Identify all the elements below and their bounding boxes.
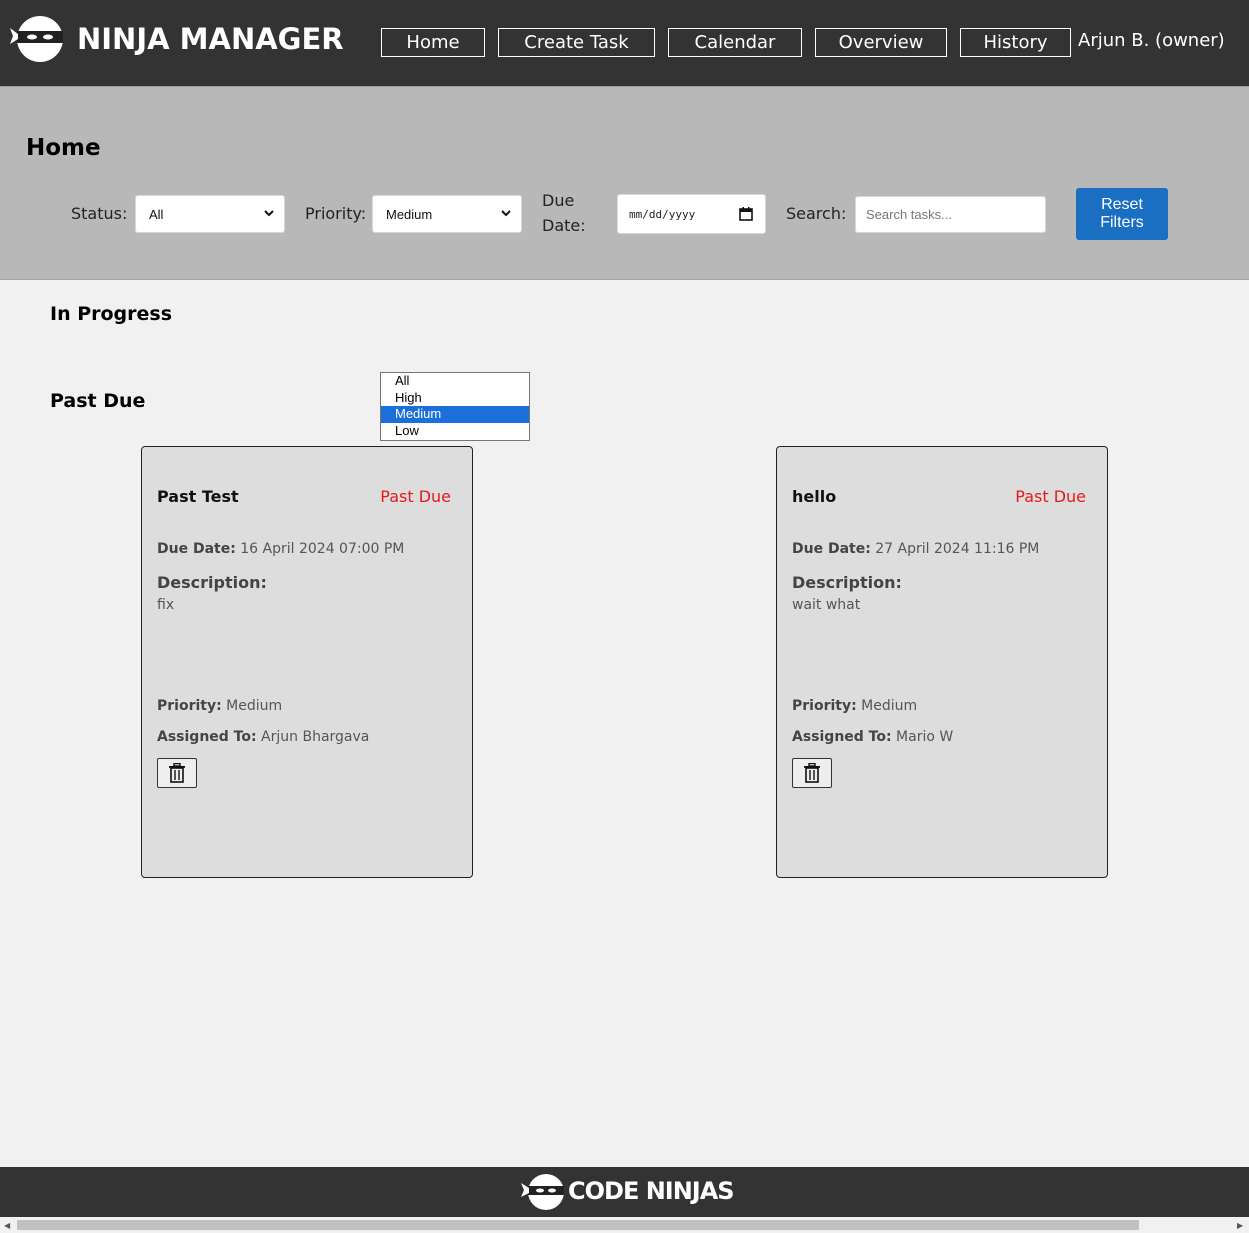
due-date-label-line2: Date: [542, 216, 586, 235]
scrollbar-thumb[interactable] [17, 1220, 1139, 1230]
scroll-left-icon[interactable]: ◀ [4, 1221, 10, 1230]
due-date-label-line1: Due [542, 191, 575, 210]
priority-option-low[interactable]: Low [381, 423, 529, 440]
chevron-down-icon [264, 210, 274, 217]
assigned-key: Assigned To: [792, 729, 892, 745]
nav-create-task-button[interactable]: Create Task [498, 28, 655, 57]
delete-task-button[interactable] [792, 758, 832, 788]
due-date-key: Due Date: [792, 541, 871, 557]
priority-select-value: Medium [386, 206, 433, 222]
task-priority: Priority: Medium [792, 698, 917, 714]
due-date-placeholder: mm/dd/yyyy [629, 207, 696, 221]
due-date-value: 16 April 2024 07:00 PM [240, 541, 405, 557]
description-heading: Description: [157, 573, 267, 592]
horizontal-scrollbar[interactable]: ◀ ▶ [0, 1217, 1249, 1233]
description-heading: Description: [792, 573, 902, 592]
priority-value: Medium [226, 698, 283, 714]
task-title: Past Test [157, 487, 239, 506]
priority-value: Medium [861, 698, 918, 714]
task-assignee: Assigned To: Mario W [792, 729, 953, 745]
calendar-icon[interactable] [739, 207, 753, 221]
reset-filters-button[interactable]: Reset Filters [1076, 188, 1168, 240]
priority-select[interactable]: Medium [372, 195, 522, 233]
status-label: Status: [71, 204, 128, 223]
search-input[interactable]: Search tasks... [855, 196, 1046, 233]
priority-key: Priority: [157, 698, 222, 714]
task-status-badge: Past Due [1015, 487, 1086, 506]
footer-brand: CODE NINJAS [568, 1177, 735, 1205]
reset-filters-label-line2: Filters [1100, 214, 1144, 231]
nav-home-button[interactable]: Home [381, 28, 485, 57]
due-date-input[interactable]: mm/dd/yyyy [617, 194, 766, 234]
task-due-date: Due Date: 27 April 2024 11:16 PM [792, 541, 1039, 557]
task-card: Past Test Past Due Due Date: 16 April 20… [141, 446, 473, 878]
section-past-due: Past Due [50, 390, 146, 412]
app-brand: NINJA MANAGER [77, 22, 344, 56]
chevron-down-icon [501, 210, 511, 217]
status-select-value: All [149, 206, 164, 222]
description-text: wait what [792, 597, 861, 613]
trash-icon [804, 763, 820, 783]
task-title: hello [792, 487, 837, 506]
nav-calendar-button[interactable]: Calendar [668, 28, 802, 57]
ninja-logo-icon [10, 16, 63, 62]
task-due-date: Due Date: 16 April 2024 07:00 PM [157, 541, 404, 557]
task-card: hello Past Due Due Date: 27 April 2024 1… [776, 446, 1108, 878]
current-user: Arjun B. (owner) [1078, 30, 1225, 51]
reset-filters-label-line1: Reset [1101, 196, 1143, 213]
search-placeholder: Search tasks... [866, 207, 952, 222]
delete-task-button[interactable] [157, 758, 197, 788]
assigned-value: Mario W [896, 729, 954, 745]
priority-option-all[interactable]: All [381, 373, 529, 390]
assigned-key: Assigned To: [157, 729, 257, 745]
priority-dropdown-list[interactable]: All High Medium Low [380, 372, 530, 441]
task-assignee: Assigned To: Arjun Bhargava [157, 729, 369, 745]
priority-key: Priority: [792, 698, 857, 714]
trash-icon [169, 763, 185, 783]
search-label: Search: [786, 204, 847, 223]
task-status-badge: Past Due [380, 487, 451, 506]
scroll-right-icon[interactable]: ▶ [1237, 1221, 1243, 1230]
nav-history-button[interactable]: History [960, 28, 1071, 57]
page-title: Home [26, 135, 101, 161]
description-text: fix [157, 597, 175, 613]
due-date-value: 27 April 2024 11:16 PM [875, 541, 1040, 557]
top-navbar: NINJA MANAGER Home Create Task Calendar … [0, 0, 1249, 86]
section-in-progress: In Progress [50, 303, 173, 325]
priority-option-medium[interactable]: Medium [381, 406, 529, 424]
footer: CODE NINJAS [0, 1167, 1249, 1217]
nav-overview-button[interactable]: Overview [815, 28, 947, 57]
filter-panel: Home Status: All Priority: Medium Due Da… [0, 86, 1249, 280]
status-select[interactable]: All [135, 195, 285, 233]
code-ninjas-logo-icon [521, 1174, 564, 1210]
due-date-key: Due Date: [157, 541, 236, 557]
priority-option-high[interactable]: High [381, 390, 529, 407]
task-priority: Priority: Medium [157, 698, 282, 714]
priority-label: Priority: [305, 204, 367, 223]
assigned-value: Arjun Bhargava [261, 729, 370, 745]
